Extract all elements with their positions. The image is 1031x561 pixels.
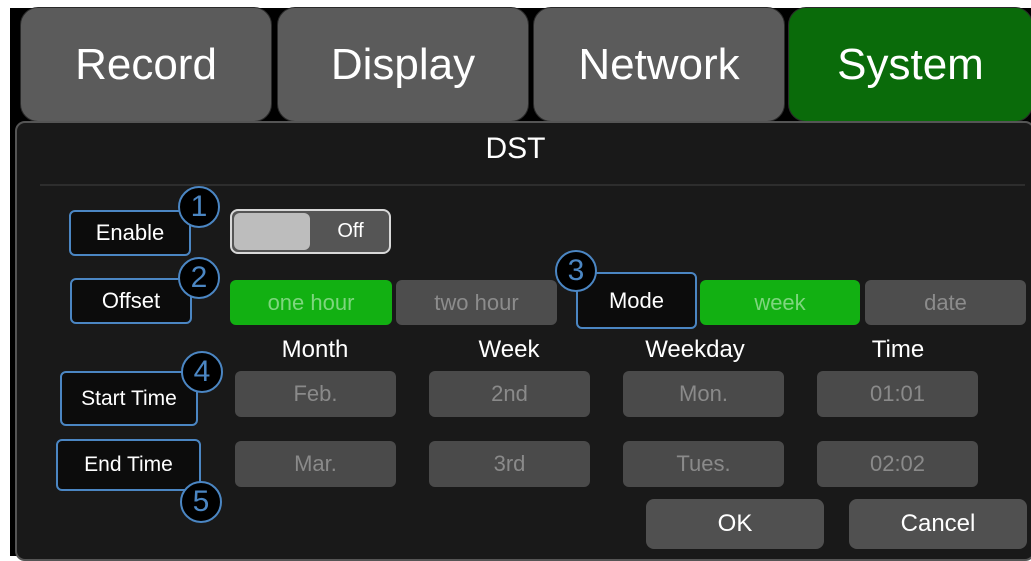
tab-system[interactable]: System xyxy=(788,7,1031,122)
enable-label: Enable xyxy=(69,210,191,256)
annotation-3: 3 xyxy=(555,250,597,292)
offset-one-hour-button[interactable]: one hour xyxy=(230,280,392,325)
start-time-field[interactable]: 01:01 xyxy=(817,371,978,417)
column-header-time: Time xyxy=(871,336,925,363)
end-week-field[interactable]: 3rd xyxy=(429,441,590,487)
end-month-field[interactable]: Mar. xyxy=(235,441,396,487)
column-header-weekday: Weekday xyxy=(645,336,745,363)
start-time-label: Start Time xyxy=(60,371,198,426)
cancel-button[interactable]: Cancel xyxy=(849,499,1027,549)
title-divider xyxy=(40,184,1025,186)
annotation-4: 4 xyxy=(181,351,223,393)
annotation-1: 1 xyxy=(178,186,220,228)
mode-date-button[interactable]: date xyxy=(865,280,1026,325)
enable-toggle[interactable]: Off xyxy=(230,209,391,254)
toggle-state-label: Off xyxy=(337,220,364,242)
tab-network[interactable]: Network xyxy=(533,7,785,122)
mode-week-button[interactable]: week xyxy=(700,280,860,325)
offset-label: Offset xyxy=(70,278,192,324)
end-time-field[interactable]: 02:02 xyxy=(817,441,978,487)
tab-display[interactable]: Display xyxy=(277,7,529,122)
end-time-label: End Time xyxy=(56,439,201,491)
ok-button[interactable]: OK xyxy=(646,499,824,549)
column-header-week: Week xyxy=(478,336,540,363)
dialog-title: DST xyxy=(485,132,546,165)
start-week-field[interactable]: 2nd xyxy=(429,371,590,417)
end-weekday-field[interactable]: Tues. xyxy=(623,441,784,487)
annotation-2: 2 xyxy=(178,257,220,299)
start-weekday-field[interactable]: Mon. xyxy=(623,371,784,417)
offset-two-hour-button[interactable]: two hour xyxy=(396,280,557,325)
tab-record[interactable]: Record xyxy=(20,7,272,122)
column-header-month: Month xyxy=(281,336,349,363)
annotation-5: 5 xyxy=(180,481,222,523)
start-month-field[interactable]: Feb. xyxy=(235,371,396,417)
toggle-knob xyxy=(234,213,310,250)
